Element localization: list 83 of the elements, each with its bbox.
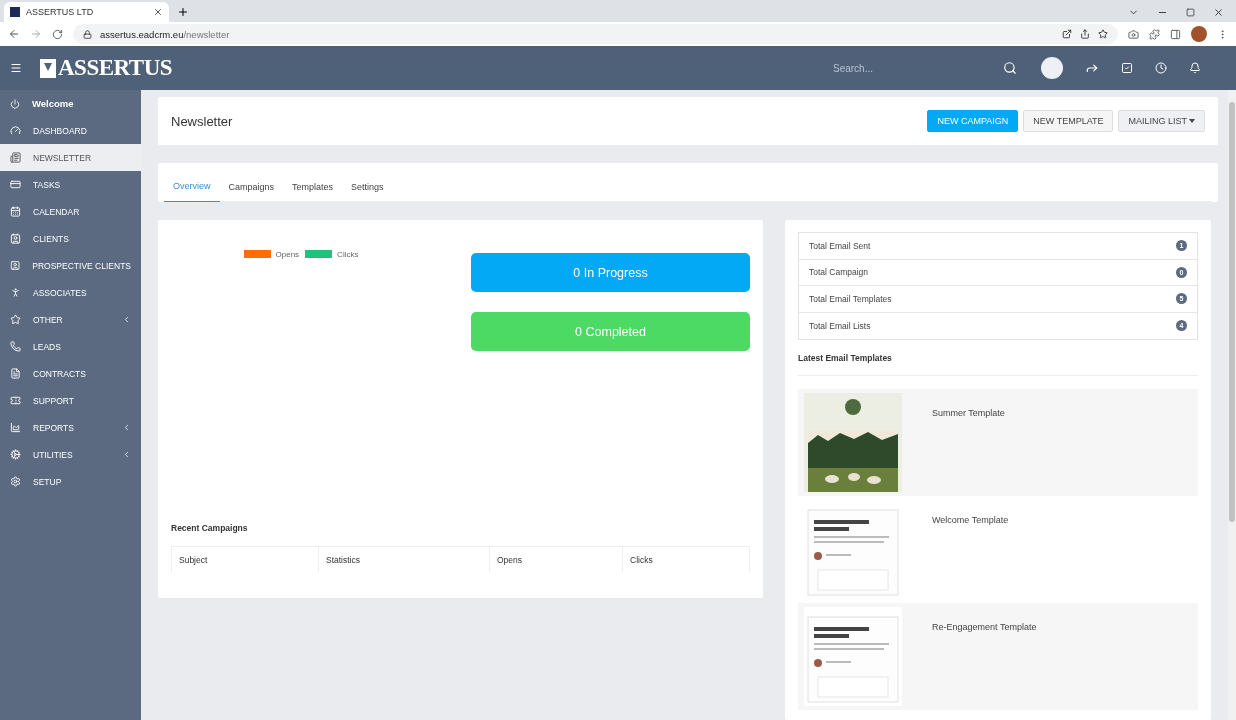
sidebar-item[interactable]: SUPPORT — [0, 387, 141, 414]
checkbox-icon[interactable] — [1121, 62, 1133, 74]
logo[interactable]: ASSERTUS — [40, 55, 173, 81]
avatar[interactable] — [1191, 26, 1207, 42]
settings-icon — [10, 476, 21, 487]
tab[interactable]: Settings — [342, 171, 393, 202]
legend-label: Clicks — [337, 250, 359, 259]
tab[interactable]: Campaigns — [219, 171, 284, 202]
lock-icon — [83, 29, 92, 39]
sidebar-item[interactable]: DASHBOARD — [0, 117, 141, 144]
dropdown-button[interactable]: MAILING LIST — [1118, 110, 1205, 132]
stat-label: Total Campaign — [809, 267, 869, 278]
extensions-icon[interactable] — [1149, 28, 1160, 40]
menu-icon[interactable] — [10, 62, 22, 74]
tab[interactable]: Overview — [164, 171, 220, 202]
sidebar-item[interactable]: UTILITIES — [0, 441, 141, 468]
search-field[interactable]: Search... — [831, 61, 981, 75]
legend-label: Opens — [275, 250, 300, 259]
restore-icon[interactable] — [1186, 8, 1195, 17]
sidebar-item[interactable]: OTHER — [0, 306, 141, 333]
star-icon[interactable] — [1098, 29, 1108, 39]
tab[interactable]: Templates — [283, 171, 343, 202]
sidebar-item[interactable]: ASSOCIATES — [0, 279, 141, 306]
column-header: Statistics — [319, 547, 490, 572]
stat-label: Total Email Lists — [809, 320, 871, 331]
page-title: Newsletter — [171, 113, 234, 129]
sidebar-item[interactable]: TASKS — [0, 171, 141, 198]
power-icon — [10, 98, 20, 109]
caret-icon — [1189, 119, 1195, 123]
stat-label: Total Email Sent — [809, 240, 871, 251]
template-name: Summer Template — [932, 407, 1005, 420]
favicon-icon — [10, 7, 20, 17]
reload-icon[interactable] — [52, 28, 63, 40]
sidebar-item[interactable]: SETUP — [0, 468, 141, 495]
template-row[interactable]: Re-Engagement Template — [798, 603, 1198, 710]
sidebar-item[interactable]: NEWSLETTER — [0, 144, 141, 171]
template-row[interactable]: Summer Template — [798, 389, 1198, 496]
sidebar-item[interactable]: CONTRACTS — [0, 360, 141, 387]
gauge-icon — [10, 125, 21, 136]
sidebar-item[interactable]: CALENDAR — [0, 198, 141, 225]
column-header: Subject — [172, 547, 319, 572]
newspaper-icon — [10, 152, 21, 163]
url-text: assertus.eadcrm.eu/newsletter — [100, 28, 230, 40]
new-tab-icon[interactable] — [177, 6, 189, 18]
share-icon[interactable] — [1080, 29, 1090, 39]
section-title: Recent Campaigns — [171, 523, 249, 534]
contact-card-icon — [10, 233, 21, 244]
calendar-icon — [10, 206, 21, 217]
stat-label: Total Email Templates — [809, 293, 892, 304]
action-button[interactable]: NEW TEMPLATE — [1023, 110, 1114, 132]
camera-icon[interactable] — [1128, 28, 1139, 40]
column-header: Opens — [490, 547, 623, 572]
address-field[interactable]: assertus.eadcrm.eu/newsletter — [73, 24, 1118, 44]
share-arrow-icon[interactable] — [1085, 61, 1099, 75]
close-icon[interactable] — [1213, 7, 1224, 18]
ticket-icon — [10, 395, 21, 406]
close-icon[interactable] — [153, 7, 163, 17]
portrait-icon — [10, 260, 21, 271]
back-icon[interactable] — [8, 28, 20, 40]
star-icon — [10, 314, 21, 325]
side-panel-icon[interactable] — [1170, 28, 1181, 40]
template-name: Re-Engagement Template — [932, 621, 1037, 634]
search-icon[interactable] — [1003, 61, 1017, 75]
card-icon — [10, 179, 21, 190]
browser-tab[interactable]: ASSERTUS LTD — [4, 2, 169, 22]
column-header: Clicks — [629, 553, 654, 567]
sidebar-item[interactable]: REPORTS — [0, 414, 141, 441]
tab-title: ASSERTUS LTD — [26, 7, 94, 17]
sidebar-item[interactable]: PROSPECTIVE CLIENTS — [0, 252, 141, 279]
open-external-icon[interactable] — [1062, 29, 1072, 39]
bell-icon[interactable] — [1189, 62, 1201, 74]
cog-icon — [10, 449, 21, 460]
sidebar-item[interactable]: LEADS — [0, 333, 141, 360]
sidebar-item[interactable]: CLIENTS — [0, 225, 141, 252]
user-avatar[interactable] — [1041, 57, 1063, 79]
area-chart-icon — [10, 422, 21, 433]
clock-icon[interactable] — [1155, 62, 1167, 74]
welcome-label: Welcome — [32, 98, 75, 109]
phone-icon — [10, 341, 21, 352]
file-icon — [10, 368, 21, 379]
template-name: Welcome Template — [932, 514, 1009, 527]
section-title: Latest Email Templates — [798, 340, 1198, 376]
scrollbar[interactable] — [1228, 90, 1236, 720]
